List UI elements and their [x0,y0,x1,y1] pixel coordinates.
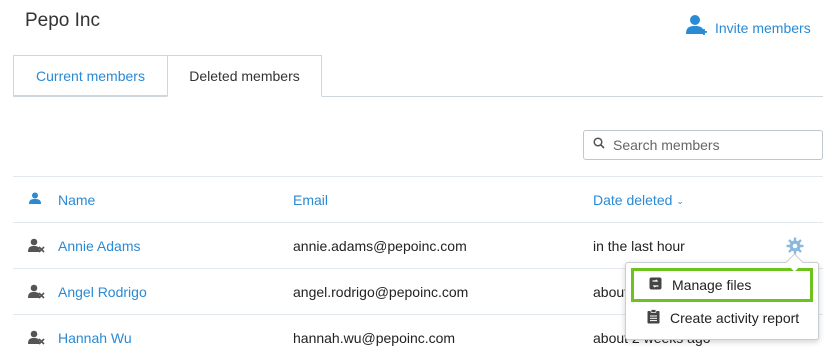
table-row-email: angel.rodrigo@pepoinc.com [293,284,469,300]
search-input[interactable] [613,137,813,153]
table-row-name[interactable]: Angel Rodrigo [58,284,147,300]
invite-members-button[interactable]: Invite members [686,14,811,41]
search-icon [593,136,605,154]
table-top-divider [13,176,823,177]
tab-deleted-members[interactable]: Deleted members [167,55,322,97]
search-box[interactable] [583,130,823,160]
deleted-user-icon [28,238,46,254]
table-row-email: annie.adams@pepoinc.com [293,238,467,254]
page-title: Pepo Inc [25,10,100,31]
table-row-name[interactable]: Annie Adams [58,238,141,254]
column-header-email[interactable]: Email [293,192,328,208]
tabs-divider [13,96,823,97]
invite-members-label: Invite members [715,19,811,36]
gear-icon[interactable] [786,237,804,255]
table-row-date: in the last hour [593,238,685,254]
date-deleted-label: Date deleted [593,192,673,208]
add-user-icon [686,14,708,41]
tab-current-members[interactable]: Current members [13,55,167,96]
table-header-divider [13,222,823,223]
manage-files-label: Manage files [672,277,752,293]
table-row-name[interactable]: Hannah Wu [58,330,132,346]
sort-caret-icon: ⌄ [676,196,684,206]
create-activity-report-menu-item[interactable]: Create activity report [632,303,812,333]
clipboard-icon [647,309,660,327]
deleted-user-icon [28,330,46,346]
table-row-email: hannah.wu@pepoinc.com [293,330,456,346]
column-header-date-deleted[interactable]: Date deleted ⌄ [593,192,684,208]
column-header-name[interactable]: Name [58,192,95,208]
deleted-user-icon [28,284,46,300]
create-activity-report-label: Create activity report [670,310,800,326]
manage-files-icon [649,276,662,294]
user-icon [29,192,41,210]
row-actions-menu: Manage files Create activity report [625,262,819,340]
manage-files-menu-item[interactable]: Manage files [631,268,813,302]
